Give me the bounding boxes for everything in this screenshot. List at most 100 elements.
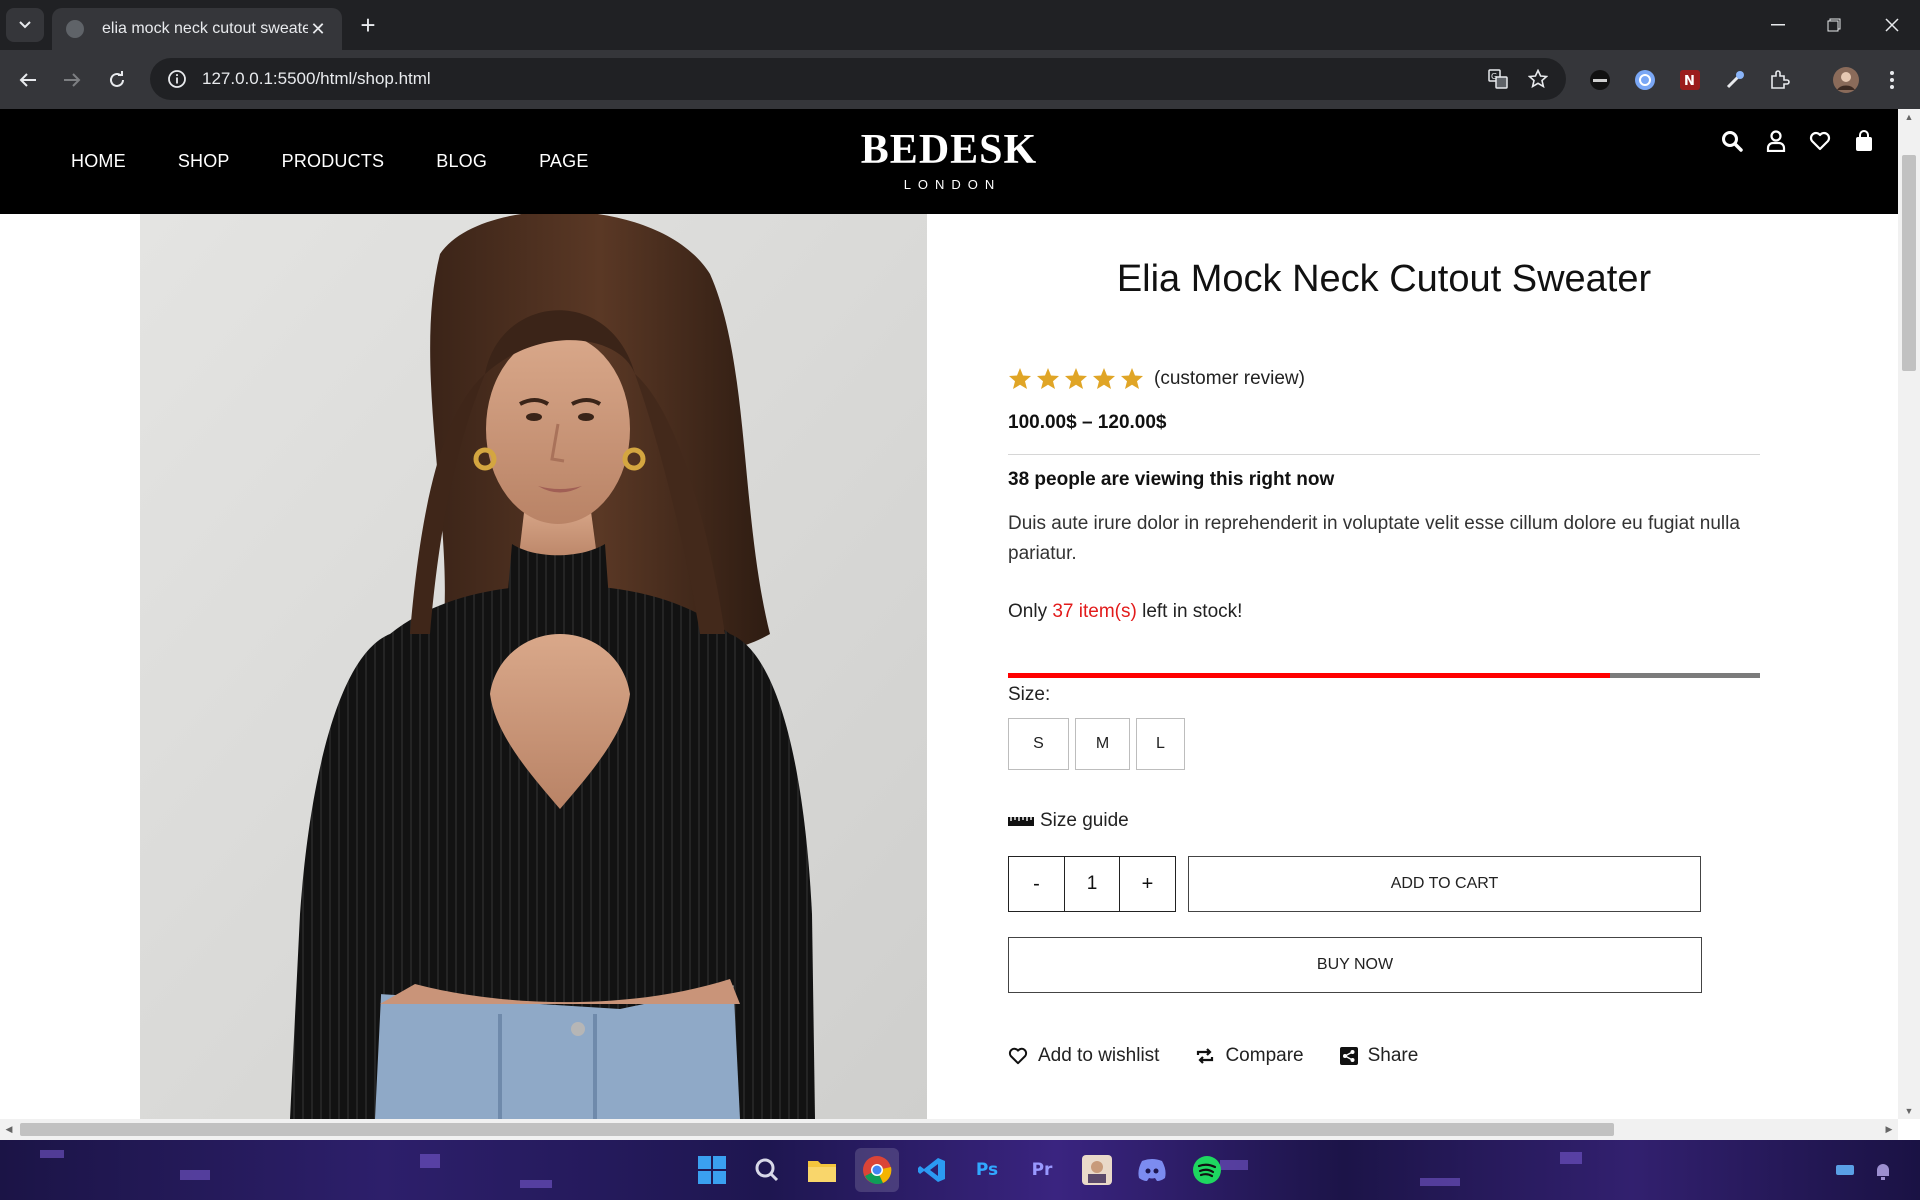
tray-app-icon[interactable] bbox=[1834, 1162, 1856, 1178]
vertical-scrollbar[interactable]: ▲ ▼ bbox=[1898, 109, 1920, 1119]
vertical-scroll-thumb[interactable] bbox=[1902, 155, 1916, 371]
extension-icon-3[interactable]: N bbox=[1672, 62, 1708, 98]
photoshop-icon[interactable]: Ps bbox=[965, 1148, 1009, 1192]
vscode-icon[interactable] bbox=[910, 1148, 954, 1192]
search-icon[interactable] bbox=[1710, 126, 1754, 156]
quantity-stepper: - 1 + bbox=[1008, 856, 1176, 912]
minimize-button[interactable] bbox=[1750, 0, 1806, 50]
tab-search-button[interactable] bbox=[6, 8, 44, 42]
reload-button[interactable] bbox=[99, 62, 135, 98]
divider bbox=[1008, 454, 1760, 455]
address-bar[interactable]: 127.0.0.1:5500/html/shop.html G bbox=[150, 58, 1566, 100]
share-label: Share bbox=[1367, 1045, 1419, 1066]
star-icon bbox=[1065, 368, 1087, 389]
share-link[interactable]: Share bbox=[1339, 1045, 1419, 1067]
scroll-down-arrow[interactable]: ▼ bbox=[1898, 1103, 1920, 1119]
qty-input[interactable]: 1 bbox=[1064, 857, 1120, 911]
discord-icon[interactable] bbox=[1130, 1148, 1174, 1192]
translate-icon[interactable]: G bbox=[1478, 59, 1518, 99]
restore-icon bbox=[1827, 18, 1841, 32]
stock-count: 37 item(s) bbox=[1052, 601, 1137, 622]
heart-icon[interactable] bbox=[1798, 126, 1842, 156]
scroll-up-arrow[interactable]: ▲ bbox=[1898, 109, 1920, 125]
close-window-button[interactable] bbox=[1864, 0, 1920, 50]
extension-icon-1[interactable] bbox=[1582, 62, 1618, 98]
close-icon[interactable]: ✕ bbox=[308, 19, 328, 40]
wallpaper-pixel bbox=[1420, 1178, 1460, 1186]
svg-text:N: N bbox=[1684, 74, 1695, 89]
size-guide-label: Size guide bbox=[1040, 810, 1129, 831]
size-option-l[interactable]: L bbox=[1136, 718, 1185, 770]
tab-title: elia mock neck cutout sweater bbox=[102, 20, 308, 37]
eyedropper-icon[interactable] bbox=[1717, 62, 1753, 98]
buy-now-button[interactable]: BUY NOW bbox=[1008, 937, 1702, 993]
taskbar-apps: Ps Pr bbox=[690, 1148, 1229, 1192]
wallpaper-pixel bbox=[1560, 1152, 1582, 1164]
product-image[interactable] bbox=[140, 214, 927, 1119]
windows-taskbar: Ps Pr bbox=[0, 1140, 1920, 1200]
site-logo[interactable]: BEDESK LONDON bbox=[0, 127, 1898, 192]
size-option-m[interactable]: M bbox=[1075, 718, 1130, 770]
wallpaper-pixel bbox=[40, 1150, 64, 1158]
product-actions: Add to wishlist Compare Share bbox=[1008, 1045, 1760, 1067]
minimize-icon bbox=[1771, 24, 1785, 26]
notification-bell-icon[interactable] bbox=[1874, 1162, 1892, 1182]
size-guide-link[interactable]: Size guide bbox=[1008, 810, 1760, 832]
scroll-right-arrow[interactable]: ▶ bbox=[1880, 1119, 1898, 1140]
site-info-icon[interactable] bbox=[164, 66, 190, 92]
bookmark-star-icon[interactable] bbox=[1518, 59, 1558, 99]
compare-link[interactable]: Compare bbox=[1195, 1045, 1304, 1067]
chrome-icon[interactable] bbox=[855, 1148, 899, 1192]
compare-arrows-icon bbox=[1197, 1048, 1214, 1064]
spotify-icon[interactable] bbox=[1185, 1148, 1229, 1192]
globe-icon bbox=[66, 20, 84, 38]
extension-icon-2[interactable] bbox=[1627, 62, 1663, 98]
back-button[interactable] bbox=[10, 62, 46, 98]
wallpaper-pixel bbox=[180, 1170, 210, 1180]
qty-decrease-button[interactable]: - bbox=[1009, 857, 1064, 911]
star-rating bbox=[1008, 367, 1144, 390]
app-icon[interactable] bbox=[1075, 1148, 1119, 1192]
new-tab-button[interactable]: + bbox=[352, 10, 384, 42]
file-explorer-icon[interactable] bbox=[800, 1148, 844, 1192]
user-icon[interactable] bbox=[1754, 126, 1798, 156]
stock-status: Only 37 item(s) left in stock! bbox=[1008, 601, 1760, 623]
rating: (customer review) bbox=[1008, 367, 1760, 390]
review-link[interactable]: (customer review) bbox=[1154, 368, 1305, 390]
forward-button[interactable] bbox=[54, 62, 90, 98]
stock-prefix: Only bbox=[1008, 601, 1048, 622]
qty-increase-button[interactable]: + bbox=[1120, 857, 1175, 911]
arrow-right-icon bbox=[64, 73, 81, 87]
horizontal-scroll-thumb[interactable] bbox=[20, 1123, 1614, 1136]
size-option-s[interactable]: S bbox=[1008, 718, 1069, 770]
compare-label: Compare bbox=[1225, 1045, 1304, 1066]
product-info: Elia Mock Neck Cutout Sweater (customer … bbox=[1008, 214, 1760, 1067]
search-icon[interactable] bbox=[745, 1148, 789, 1192]
chevron-down-icon bbox=[19, 21, 31, 29]
premiere-icon[interactable]: Pr bbox=[1020, 1148, 1064, 1192]
page-content: Elia Mock Neck Cutout Sweater (customer … bbox=[0, 214, 1898, 1119]
scroll-left-arrow[interactable]: ◀ bbox=[0, 1119, 18, 1140]
browser-tab-bar: elia mock neck cutout sweater ✕ + bbox=[0, 0, 1920, 50]
site-header: HOME SHOP PRODUCTS BLOG PAGE BEDESK LOND… bbox=[0, 109, 1898, 214]
star-icon bbox=[1037, 368, 1059, 389]
system-tray bbox=[1834, 1162, 1892, 1182]
star-icon bbox=[1121, 368, 1143, 389]
bag-icon[interactable] bbox=[1842, 126, 1886, 156]
browser-menu-icon[interactable] bbox=[1874, 62, 1910, 98]
profile-avatar[interactable] bbox=[1828, 62, 1864, 98]
header-icons bbox=[1710, 126, 1886, 156]
close-icon bbox=[1885, 18, 1899, 32]
logo-brand: BEDESK bbox=[860, 127, 1038, 173]
restore-button[interactable] bbox=[1806, 0, 1862, 50]
reload-icon bbox=[110, 71, 124, 87]
windows-start-icon[interactable] bbox=[690, 1148, 734, 1192]
horizontal-scrollbar[interactable]: ◀ ▶ bbox=[0, 1119, 1898, 1140]
add-to-cart-button[interactable]: ADD TO CART bbox=[1188, 856, 1701, 912]
browser-tab[interactable]: elia mock neck cutout sweater ✕ bbox=[52, 8, 342, 50]
star-icon bbox=[1093, 368, 1115, 389]
wallpaper-pixel bbox=[420, 1154, 440, 1168]
extensions-puzzle-icon[interactable] bbox=[1762, 62, 1798, 98]
add-to-wishlist-link[interactable]: Add to wishlist bbox=[1008, 1045, 1159, 1067]
arrow-left-icon bbox=[19, 73, 36, 87]
